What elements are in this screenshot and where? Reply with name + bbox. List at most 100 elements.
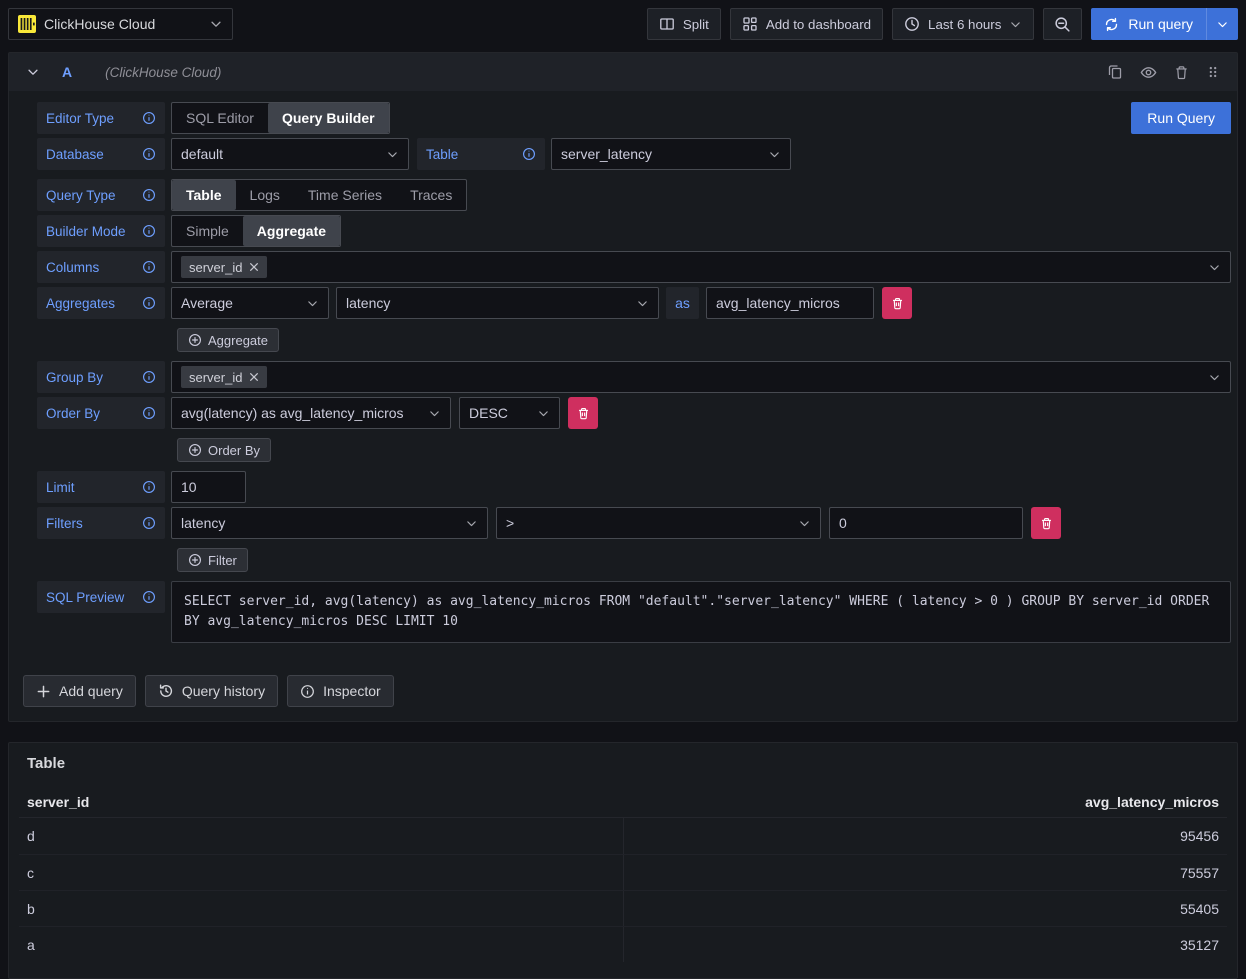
info-icon[interactable]	[142, 260, 156, 274]
cell-server-id: d	[19, 818, 624, 854]
remove-chip-icon[interactable]	[249, 372, 259, 382]
drag-handle-icon[interactable]	[1206, 65, 1220, 79]
info-icon[interactable]	[522, 147, 536, 161]
duplicate-query-icon[interactable]	[1107, 64, 1123, 80]
info-icon[interactable]	[142, 480, 156, 494]
table-row[interactable]: b 55405	[19, 890, 1227, 926]
chevron-down-icon	[636, 297, 649, 310]
editor-run-query-button[interactable]: Run Query	[1131, 102, 1231, 134]
panel-title: Table	[19, 749, 1227, 786]
info-icon[interactable]	[142, 516, 156, 530]
collapse-chevron-icon[interactable]	[26, 65, 40, 79]
query-history-button[interactable]: Query history	[145, 675, 278, 707]
chevron-down-icon	[306, 297, 319, 310]
column-header-avg-latency-micros[interactable]: avg_latency_micros	[623, 794, 1227, 810]
order-by-field-select[interactable]: avg(latency) as avg_latency_micros	[171, 397, 451, 429]
info-icon[interactable]	[142, 224, 156, 238]
table-label: Table	[417, 138, 545, 170]
clickhouse-logo-icon	[18, 15, 36, 33]
cell-value: 75557	[624, 865, 1228, 881]
query-type-table[interactable]: Table	[172, 180, 236, 210]
chevron-down-icon	[386, 148, 399, 161]
info-icon[interactable]	[142, 111, 156, 125]
query-row-header[interactable]: A (ClickHouse Cloud)	[9, 53, 1237, 91]
aggregate-column-select[interactable]: latency	[336, 287, 659, 319]
table-header-row: server_id avg_latency_micros	[19, 786, 1227, 818]
table-select[interactable]: server_latency	[551, 138, 791, 170]
run-query-split-button: Run query	[1091, 8, 1238, 40]
query-editor-card: A (ClickHouse Cloud) Editor Type	[8, 52, 1238, 722]
chevron-down-icon	[465, 517, 478, 530]
cell-value: 95456	[624, 828, 1228, 844]
datasource-picker[interactable]: ClickHouse Cloud	[8, 8, 233, 40]
order-by-label: Order By	[37, 397, 165, 429]
query-type-traces[interactable]: Traces	[396, 180, 466, 210]
refresh-icon	[1104, 17, 1119, 32]
group-by-multiselect[interactable]: server_id	[171, 361, 1231, 393]
filters-label: Filters	[37, 507, 165, 539]
apps-grid-icon	[742, 16, 758, 32]
info-icon[interactable]	[142, 590, 156, 604]
editor-type-query-builder[interactable]: Query Builder	[268, 103, 389, 133]
plus-circle-icon	[188, 553, 202, 567]
builder-mode-simple[interactable]: Simple	[172, 216, 243, 246]
query-ref-id: A	[62, 64, 72, 80]
aggregate-alias-input[interactable]: avg_latency_micros	[706, 287, 874, 319]
remove-order-by-button[interactable]	[568, 397, 598, 429]
toolbar-actions: Split Add to dashboard Last 6 hours	[647, 8, 1238, 40]
split-button[interactable]: Split	[647, 8, 721, 40]
remove-chip-icon[interactable]	[249, 262, 259, 272]
editor-type-sql-editor[interactable]: SQL Editor	[172, 103, 268, 133]
sql-preview-text: SELECT server_id, avg(latency) as avg_la…	[171, 581, 1231, 643]
trash-icon	[1040, 517, 1053, 530]
zoom-out-button[interactable]	[1043, 8, 1082, 40]
table-row[interactable]: c 75557	[19, 854, 1227, 890]
info-icon[interactable]	[142, 296, 156, 310]
info-icon[interactable]	[142, 188, 156, 202]
chevron-down-icon	[1208, 261, 1221, 274]
filter-column-select[interactable]: latency	[171, 507, 488, 539]
group-by-label: Group By	[37, 361, 165, 393]
add-to-dashboard-button[interactable]: Add to dashboard	[730, 8, 883, 40]
remove-query-trash-icon[interactable]	[1174, 65, 1189, 80]
explore-toolbar: ClickHouse Cloud Split Add to dashboard …	[0, 0, 1246, 48]
query-type-time-series[interactable]: Time Series	[294, 180, 396, 210]
datasource-name: ClickHouse Cloud	[44, 16, 201, 32]
plus-circle-icon	[188, 333, 202, 347]
builder-mode-aggregate[interactable]: Aggregate	[243, 216, 340, 246]
aggregates-label: Aggregates	[37, 287, 165, 319]
cell-server-id: c	[19, 855, 624, 890]
chevron-down-icon	[428, 407, 441, 420]
info-icon[interactable]	[142, 370, 156, 384]
filter-value-input[interactable]: 0	[829, 507, 1023, 539]
split-columns-icon	[659, 16, 675, 32]
info-icon[interactable]	[142, 147, 156, 161]
column-header-server-id[interactable]: server_id	[19, 794, 623, 810]
query-datasource-hint: (ClickHouse Cloud)	[105, 65, 221, 80]
add-order-by-button[interactable]: Order By	[177, 438, 271, 462]
aggregate-function-select[interactable]: Average	[171, 287, 329, 319]
time-range-picker[interactable]: Last 6 hours	[892, 8, 1034, 40]
add-query-button[interactable]: Add query	[23, 675, 136, 707]
database-label: Database	[37, 138, 165, 170]
columns-chip-server-id: server_id	[181, 256, 267, 278]
query-type-logs[interactable]: Logs	[236, 180, 294, 210]
remove-aggregate-button[interactable]	[882, 287, 912, 319]
disable-query-eye-icon[interactable]	[1140, 64, 1157, 81]
cell-server-id: a	[19, 927, 624, 962]
info-icon[interactable]	[142, 406, 156, 420]
add-aggregate-button[interactable]: Aggregate	[177, 328, 279, 352]
limit-input[interactable]: 10	[171, 471, 246, 503]
table-row[interactable]: d 95456	[19, 818, 1227, 854]
remove-filter-button[interactable]	[1031, 507, 1061, 539]
columns-multiselect[interactable]: server_id	[171, 251, 1231, 283]
cell-value: 35127	[624, 937, 1228, 953]
run-query-button[interactable]: Run query	[1091, 8, 1206, 40]
table-row[interactable]: a 35127	[19, 926, 1227, 962]
database-select[interactable]: default	[171, 138, 409, 170]
run-query-dropdown-toggle[interactable]	[1206, 8, 1238, 40]
filter-operator-select[interactable]: >	[496, 507, 821, 539]
add-filter-button[interactable]: Filter	[177, 548, 248, 572]
order-by-direction-select[interactable]: DESC	[459, 397, 560, 429]
inspector-button[interactable]: Inspector	[287, 675, 394, 707]
